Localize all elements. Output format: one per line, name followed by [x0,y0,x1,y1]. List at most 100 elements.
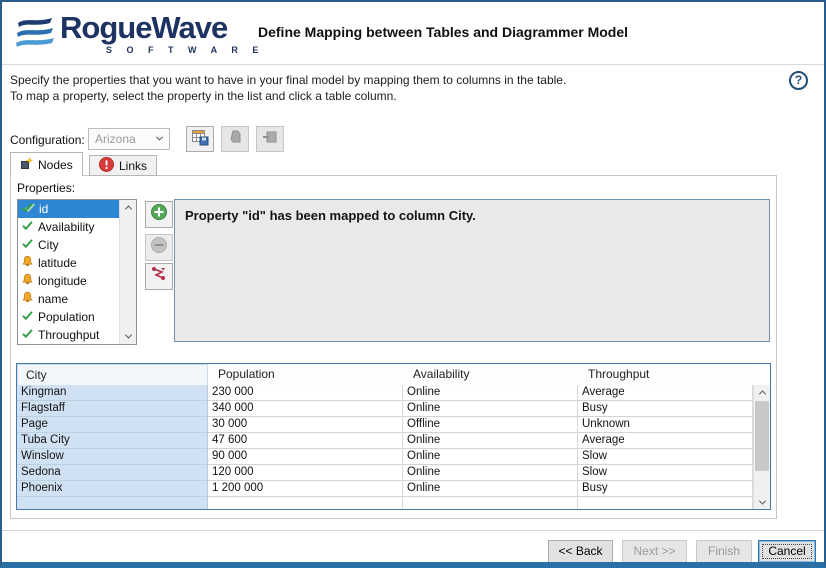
table-cell[interactable] [403,497,578,510]
instructions-line-2: To map a property, select the property i… [10,88,566,104]
property-label: City [38,238,59,252]
table-body: Kingman230 000OnlineAverageFlagstaff340 … [17,385,753,510]
configuration-value: Arizona [95,132,136,146]
table-cell[interactable]: Offline [403,417,578,433]
table-row[interactable]: Sedona120 000OnlineSlow [17,465,753,481]
properties-scrollbar[interactable] [119,200,136,344]
save-configuration-button[interactable] [186,126,214,152]
bell-icon [21,255,34,271]
configuration-label: Configuration: [10,133,85,147]
import-icon [261,128,279,151]
table-row[interactable]: Tuba City47 600OnlineAverage [17,433,753,449]
table-cell[interactable]: 90 000 [208,449,403,465]
table-row[interactable]: Winslow90 000OnlineSlow [17,449,753,465]
double-check-icon [21,201,35,217]
table-cell[interactable]: 1 200 000 [208,481,403,497]
back-button[interactable]: << Back [548,540,613,563]
property-item-name[interactable]: name [18,290,120,308]
column-header-population[interactable]: Population [208,364,403,386]
table-cell[interactable]: 230 000 [208,385,403,401]
table-cell[interactable]: Online [403,385,578,401]
properties-label: Properties: [17,181,75,195]
add-property-button[interactable] [145,201,173,228]
property-item-id[interactable]: id [18,200,120,218]
table-cell[interactable]: Slow [578,449,753,465]
check-icon [21,309,34,325]
mapping-message-panel: Property "id" has been mapped to column … [174,199,770,342]
table-cell[interactable]: Average [578,433,753,449]
table-row[interactable]: Phoenix1 200 000OnlineBusy [17,481,753,497]
column-header-throughput[interactable]: Throughput [578,364,753,386]
table-cell[interactable]: Slow [578,465,753,481]
property-label: Availability [38,220,94,234]
table-cell[interactable]: Phoenix [17,481,208,497]
table-cell[interactable] [208,497,403,510]
property-item-City[interactable]: City [18,236,120,254]
table-cell[interactable]: Winslow [17,449,208,465]
help-icon[interactable]: ? [789,71,808,90]
instructions-text: Specify the properties that you want to … [10,72,566,104]
column-header-city[interactable]: City [17,364,208,386]
map-property-button[interactable] [145,263,173,290]
graph-link-icon [150,265,168,288]
plus-circle-icon [150,203,168,226]
table-cell[interactable]: Online [403,401,578,417]
check-icon [21,327,34,343]
table-scrollbar[interactable] [753,385,770,510]
table-cell[interactable]: Average [578,385,753,401]
table-cell[interactable]: 340 000 [208,401,403,417]
check-icon [21,219,34,235]
tab-links[interactable]: Links [89,155,157,176]
property-item-longitude[interactable]: longitude [18,272,120,290]
property-item-Throughput[interactable]: Throughput [18,326,120,344]
property-item-Population[interactable]: Population [18,308,120,326]
save-table-icon [191,128,209,151]
dialog-window: RogueWave S O F T W A R E Define Mapping… [0,0,826,568]
table-cell[interactable]: Busy [578,401,753,417]
table-cell[interactable] [17,497,208,510]
table-cell[interactable]: Tuba City [17,433,208,449]
property-label: id [39,202,48,216]
roguewave-wave-icon [14,14,56,57]
column-header-availability[interactable]: Availability [403,364,578,386]
table-cell[interactable]: Online [403,481,578,497]
page-title: Define Mapping between Tables and Diagra… [258,24,628,40]
tab-nodes[interactable]: Nodes [10,152,83,176]
logo-wordmark: RogueWave [60,10,227,46]
table-cell[interactable]: 47 600 [208,433,403,449]
table-cell[interactable]: Kingman [17,385,208,401]
property-item-Availability[interactable]: Availability [18,218,120,236]
scrollbar-thumb[interactable] [755,401,769,471]
properties-listbox: id Availability City latitude longitude nameP… [17,199,137,345]
table-cell[interactable]: Sedona [17,465,208,481]
table-cell[interactable]: 30 000 [208,417,403,433]
table-cell[interactable] [578,497,753,510]
scroll-down-icon[interactable] [120,329,136,344]
minus-circle-icon [150,236,168,259]
table-cell[interactable]: Unknown [578,417,753,433]
property-label: longitude [38,274,87,288]
header-separator [2,64,824,65]
property-item-latitude[interactable]: latitude [18,254,120,272]
cancel-button[interactable]: Cancel [758,540,816,563]
table-row[interactable]: Flagstaff340 000OnlineBusy [17,401,753,417]
table-cell[interactable]: Busy [578,481,753,497]
table-row[interactable]: Page30 000OfflineUnknown [17,417,753,433]
check-icon [21,237,34,253]
table-cell[interactable]: Online [403,465,578,481]
configuration-dropdown[interactable]: Arizona [88,128,170,150]
table-row[interactable] [17,497,753,510]
scroll-up-icon[interactable] [120,200,136,215]
property-label: latitude [38,256,77,270]
table-cell[interactable]: Page [17,417,208,433]
next-button: Next >> [622,540,687,563]
table-cell[interactable]: Online [403,449,578,465]
delete-icon [226,128,244,151]
table-cell[interactable]: 120 000 [208,465,403,481]
table-cell[interactable]: Online [403,433,578,449]
table-row[interactable]: Kingman230 000OnlineAverage [17,385,753,401]
alert-icon [99,157,114,175]
table-cell[interactable]: Flagstaff [17,401,208,417]
scroll-down-icon[interactable] [754,495,770,510]
scroll-up-icon[interactable] [754,385,770,400]
